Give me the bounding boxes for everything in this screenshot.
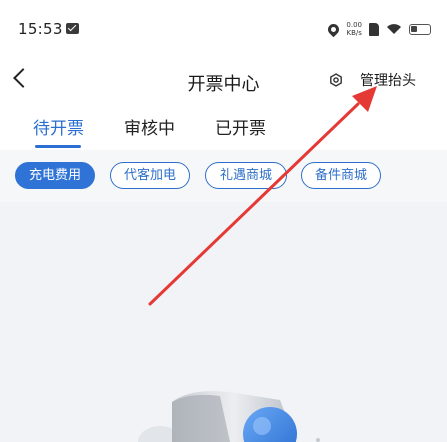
network-speed: 0.00 KB/s bbox=[346, 21, 362, 37]
invoice-status-tabs: 待开票 审核中 已开票 bbox=[0, 104, 447, 150]
filter-valet-charging[interactable]: 代客加电 bbox=[110, 162, 190, 189]
tab-pending-invoice[interactable]: 待开票 bbox=[33, 114, 84, 139]
wifi-icon bbox=[387, 24, 401, 34]
location-icon bbox=[326, 21, 342, 37]
sim-card-icon bbox=[369, 22, 379, 36]
settings-gear-icon[interactable] bbox=[329, 73, 343, 87]
status-time: 15:53 bbox=[18, 20, 63, 38]
battery-icon bbox=[409, 23, 431, 35]
category-filters: 充电费用 代客加电 礼遇商城 备件商城 bbox=[0, 150, 447, 202]
network-speed-unit: KB/s bbox=[346, 29, 362, 37]
manage-invoice-title-button[interactable]: 管理抬头 bbox=[360, 70, 416, 90]
header: 开票中心 管理抬头 bbox=[0, 58, 447, 104]
status-icons: 0.00 KB/s bbox=[326, 19, 431, 39]
filter-charging-fee[interactable]: 充电费用 bbox=[15, 162, 95, 189]
tab-invoiced[interactable]: 已开票 bbox=[215, 114, 266, 139]
mail-notification-icon bbox=[66, 23, 79, 34]
status-bar: 15:53 0.00 KB/s bbox=[0, 0, 447, 58]
invoice-list-area bbox=[0, 202, 447, 442]
active-tab-indicator bbox=[35, 145, 81, 148]
filter-gift-mall[interactable]: 礼遇商城 bbox=[205, 162, 287, 189]
filter-parts-mall[interactable]: 备件商城 bbox=[301, 162, 381, 189]
tab-under-review[interactable]: 审核中 bbox=[124, 114, 175, 139]
network-speed-value: 0.00 bbox=[346, 21, 362, 29]
